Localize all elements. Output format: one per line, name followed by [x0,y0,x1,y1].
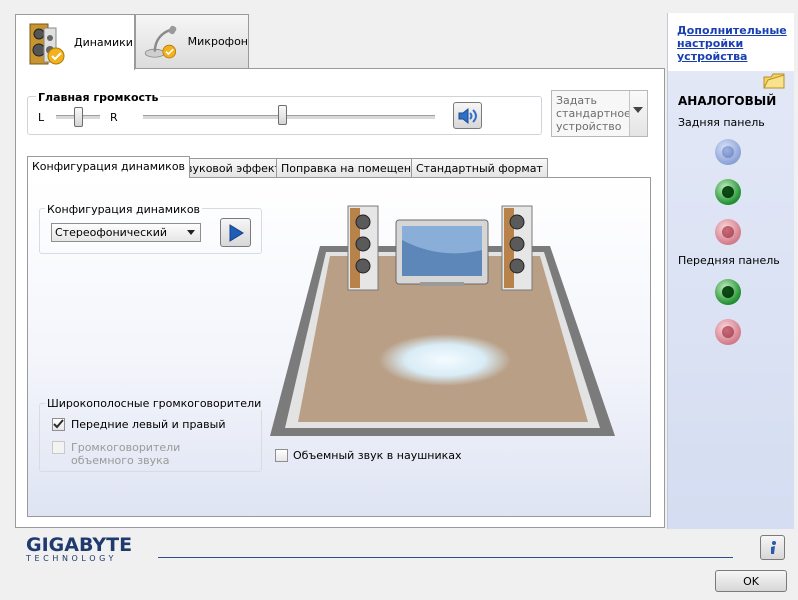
chevron-down-icon [633,107,643,113]
tab-room-correction[interactable]: Поправка на помещение [276,158,430,178]
tab-speaker-config[interactable]: Конфигурация динамиков [27,156,191,178]
speaker-config-value: Стереофонический [55,226,168,239]
front-lr-label: Передние левый и правый [71,418,226,431]
ok-button[interactable]: OK [715,570,787,592]
right-speaker [501,205,533,291]
microphone-icon [144,25,177,58]
checkmark-icon [53,419,64,429]
tab-microphone-label: Микрофон [187,35,248,48]
headphone-surround-label: Объемный звук в наушниках [293,449,462,462]
rear-panel-label: Задняя панель [678,116,765,129]
volume-slider[interactable] [278,105,287,125]
surround-speakers-label: Громкоговорители объемного звука [71,441,181,467]
left-speaker [347,205,379,291]
front-jack-green[interactable] [715,279,741,305]
mute-button[interactable] [453,102,482,129]
headphone-surround-checkbox[interactable] [275,449,288,462]
volume-title: Главная громкость [36,91,161,104]
default-device-label: Задать стандартное устройство [556,94,631,133]
speaker-volume-icon [458,107,477,124]
wideband-group-title: Широкополосные громкоговорители [45,397,264,410]
tab-speakers-label: Динамики [74,36,133,49]
ok-button-label: OK [743,574,759,588]
speaker-icon [29,23,65,64]
play-test-button[interactable] [220,218,251,247]
tab-sound-effect[interactable]: Звуковой эффект [174,158,286,178]
chevron-down-icon [187,230,195,235]
front-jack-pink[interactable] [715,319,741,345]
default-device-dropdown[interactable]: Задать стандартное устройство [551,90,648,137]
folder-icon[interactable] [762,69,786,91]
tab-speakers[interactable]: Динамики [15,14,135,70]
rear-jack-green[interactable] [715,179,741,205]
tab-microphone[interactable]: Микрофон [135,14,249,68]
info-button[interactable] [760,535,785,560]
footer-divider [158,557,733,558]
balance-right-label: R [110,111,118,124]
speaker-config-group-title: Конфигурация динамиков [45,203,203,216]
brand-name: GIGABYTE [26,534,133,556]
info-icon [770,540,776,554]
balance-slider[interactable] [74,107,83,127]
gigabyte-logo: GIGABYTE TECHNOLOGY [26,534,132,563]
tab-default-format[interactable]: Стандартный формат [411,158,548,178]
brand-sub: TECHNOLOGY [26,554,117,563]
speaker-config-select[interactable]: Стереофонический [51,223,201,242]
volume-track [143,115,435,120]
rear-jack-pink[interactable] [715,219,741,245]
dropdown-button[interactable] [629,91,647,136]
speaker-room-illustration [270,205,615,436]
analog-title: АНАЛОГОВЫЙ [678,94,777,108]
play-icon [229,223,244,242]
rear-jack-blue[interactable] [715,139,741,165]
advanced-settings-link[interactable]: Дополнительные настройки устройства [677,24,787,63]
front-lr-checkbox[interactable] [52,418,65,431]
monitor [395,219,489,286]
surround-speakers-checkbox[interactable] [52,441,65,454]
front-panel-label: Передняя панель [678,254,780,267]
balance-left-label: L [38,111,45,124]
